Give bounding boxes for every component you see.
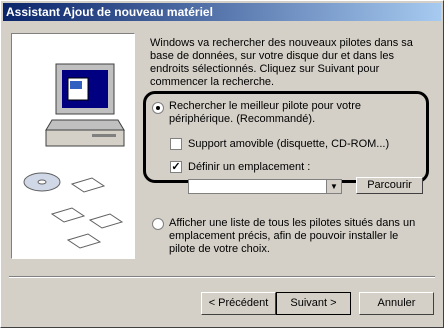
browse-button[interactable]: Parcourir — [356, 177, 423, 194]
window-title: Assistant Ajout de nouveau matériel — [6, 5, 213, 19]
cancel-button[interactable]: Annuler — [359, 292, 434, 315]
title-bar[interactable]: Assistant Ajout de nouveau matériel — [3, 3, 441, 21]
chevron-down-icon[interactable]: ▼ — [326, 180, 341, 193]
highlight-frame — [143, 91, 429, 183]
list-all-label: Afficher une liste de tous les pilotes s… — [169, 217, 416, 255]
wizard-window: Assistant Ajout de nouveau matériel Wind… — [0, 0, 444, 328]
wizard-illustration — [11, 33, 135, 259]
intro-text: Windows va rechercher des nouveaux pilot… — [150, 37, 413, 88]
computer-icon — [23, 63, 125, 249]
location-combobox[interactable]: ▼ — [188, 179, 342, 194]
separator — [9, 276, 435, 278]
cd-icon — [23, 172, 61, 192]
next-button[interactable]: Suivant > — [276, 292, 351, 315]
list-all-radio[interactable] — [152, 218, 164, 230]
floppy-icon — [50, 177, 124, 249]
back-button[interactable]: < Précédent — [201, 292, 276, 315]
